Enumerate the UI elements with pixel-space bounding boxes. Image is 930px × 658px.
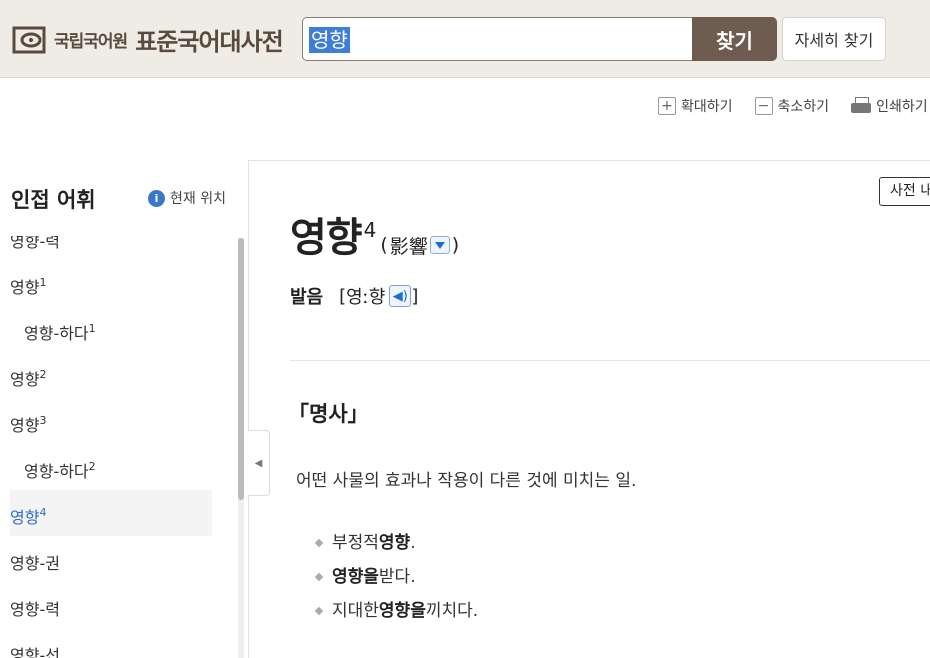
logo[interactable]: 국립국어원 표준국어대사전 [12, 22, 284, 57]
pronunciation-label: 발음 [290, 287, 324, 308]
print-label: 인쇄하기 [876, 99, 928, 115]
pronunciation-text: 영ː향 [346, 287, 386, 308]
triangle-down-icon [434, 241, 445, 249]
sidebar-item[interactable]: 영향2 [10, 352, 212, 398]
toolbar: + 확대하기 − 축소하기 인쇄하기 [658, 96, 928, 116]
logo-mark-icon [12, 26, 46, 53]
hanja-dropdown-button[interactable] [429, 236, 450, 254]
sidebar-item[interactable]: 영향-권 [10, 536, 212, 582]
chevron-left-icon: ◀ [254, 457, 263, 469]
header: 국립국어원 표준국어대사전 영향 찾기 자세히 찾기 [0, 0, 930, 78]
sidebar-item[interactable]: 영향1 [10, 260, 212, 306]
sidebar-item[interactable]: 영향-력 [10, 582, 212, 628]
pronunciation-close-bracket: ] [411, 285, 419, 307]
example-list: 부정적 영향. 영향을 받다. 지대한 영향을 끼치다. [314, 526, 478, 628]
sidebar-item[interactable]: 영향-하다1 [10, 306, 212, 352]
speaker-icon[interactable]: ◀) [389, 285, 412, 307]
print-button[interactable]: 인쇄하기 [851, 96, 928, 116]
definition: 어떤 사물의 효과나 작용이 다른 것에 미치는 일. [296, 471, 637, 491]
search-button[interactable]: 찾기 [692, 17, 777, 61]
sidebar-item[interactable]: 영향-력 [10, 236, 212, 260]
printer-icon [851, 97, 872, 115]
sidebar-item[interactable]: 영향3 [10, 398, 212, 444]
sidebar-title: 인접 어휘 [11, 188, 96, 212]
minus-icon: − [754, 97, 773, 115]
adjacent-words-list: 영향-력 영향1 영향-하다1 영향2 영향3 영향-하다2 영향4 영향-권 … [0, 236, 232, 658]
homonym-number: 4 [363, 218, 377, 242]
zoom-out-label: 축소하기 [777, 99, 830, 115]
sidebar-item[interactable]: 영향-선 [10, 628, 212, 658]
content-top-border [248, 160, 930, 161]
current-location-label: 현재 위치 [170, 191, 226, 207]
current-location-button[interactable]: i 현재 위치 [148, 188, 226, 208]
example-item: 지대한 영향을 끼치다. [314, 594, 478, 628]
plus-icon: + [658, 97, 676, 115]
hanja-text: 影響 [389, 235, 428, 258]
pronunciation: 발음 [ 영ː향 ◀) ] [290, 283, 418, 309]
sidebar-scrollbar-thumb[interactable] [238, 238, 244, 500]
headword: 영향 4 ( 影響 ) [290, 205, 459, 263]
hanja: ( 影響 ) [380, 232, 459, 259]
search-selected-text: 영향 [309, 27, 350, 53]
pronunciation-open-bracket: [ [339, 285, 347, 307]
search-box[interactable]: 영향 [302, 17, 692, 61]
zoom-in-label: 확대하기 [681, 99, 733, 115]
sidebar-item[interactable]: 영향-하다2 [10, 444, 212, 490]
hanja-close-paren: ) [451, 234, 460, 256]
search-input[interactable] [303, 18, 692, 60]
zoom-out-button[interactable]: − 축소하기 [754, 96, 830, 116]
part-of-speech: 「명사」 [288, 402, 369, 426]
bullet-diamond-icon [314, 572, 324, 582]
bullet-diamond-icon [314, 538, 324, 548]
example-item: 영향을 받다. [314, 560, 478, 594]
adjacent-words-sidebar: 인접 어휘 i 현재 위치 영향-력 영향1 영향-하다1 영향2 영향3 영향… [0, 160, 248, 658]
dictionary-tag-button[interactable]: 사전 내 [879, 177, 930, 206]
sidebar-item-active[interactable]: 영향4 [10, 490, 212, 536]
example-item: 부정적 영향. [314, 526, 478, 560]
headword-text: 영향 [290, 215, 363, 261]
hanja-open-paren: ( [380, 234, 388, 256]
zoom-in-button[interactable]: + 확대하기 [658, 96, 733, 116]
dict-name: 표준국어대사전 [135, 28, 284, 56]
info-icon: i [148, 189, 165, 207]
sidebar-divider [248, 160, 249, 658]
collapse-sidebar-button[interactable]: ◀ [248, 430, 270, 496]
bullet-diamond-icon [314, 606, 324, 616]
advanced-search-button[interactable]: 자세히 찾기 [782, 17, 886, 61]
org-name: 국립국어원 [54, 32, 128, 52]
section-divider [290, 360, 930, 361]
